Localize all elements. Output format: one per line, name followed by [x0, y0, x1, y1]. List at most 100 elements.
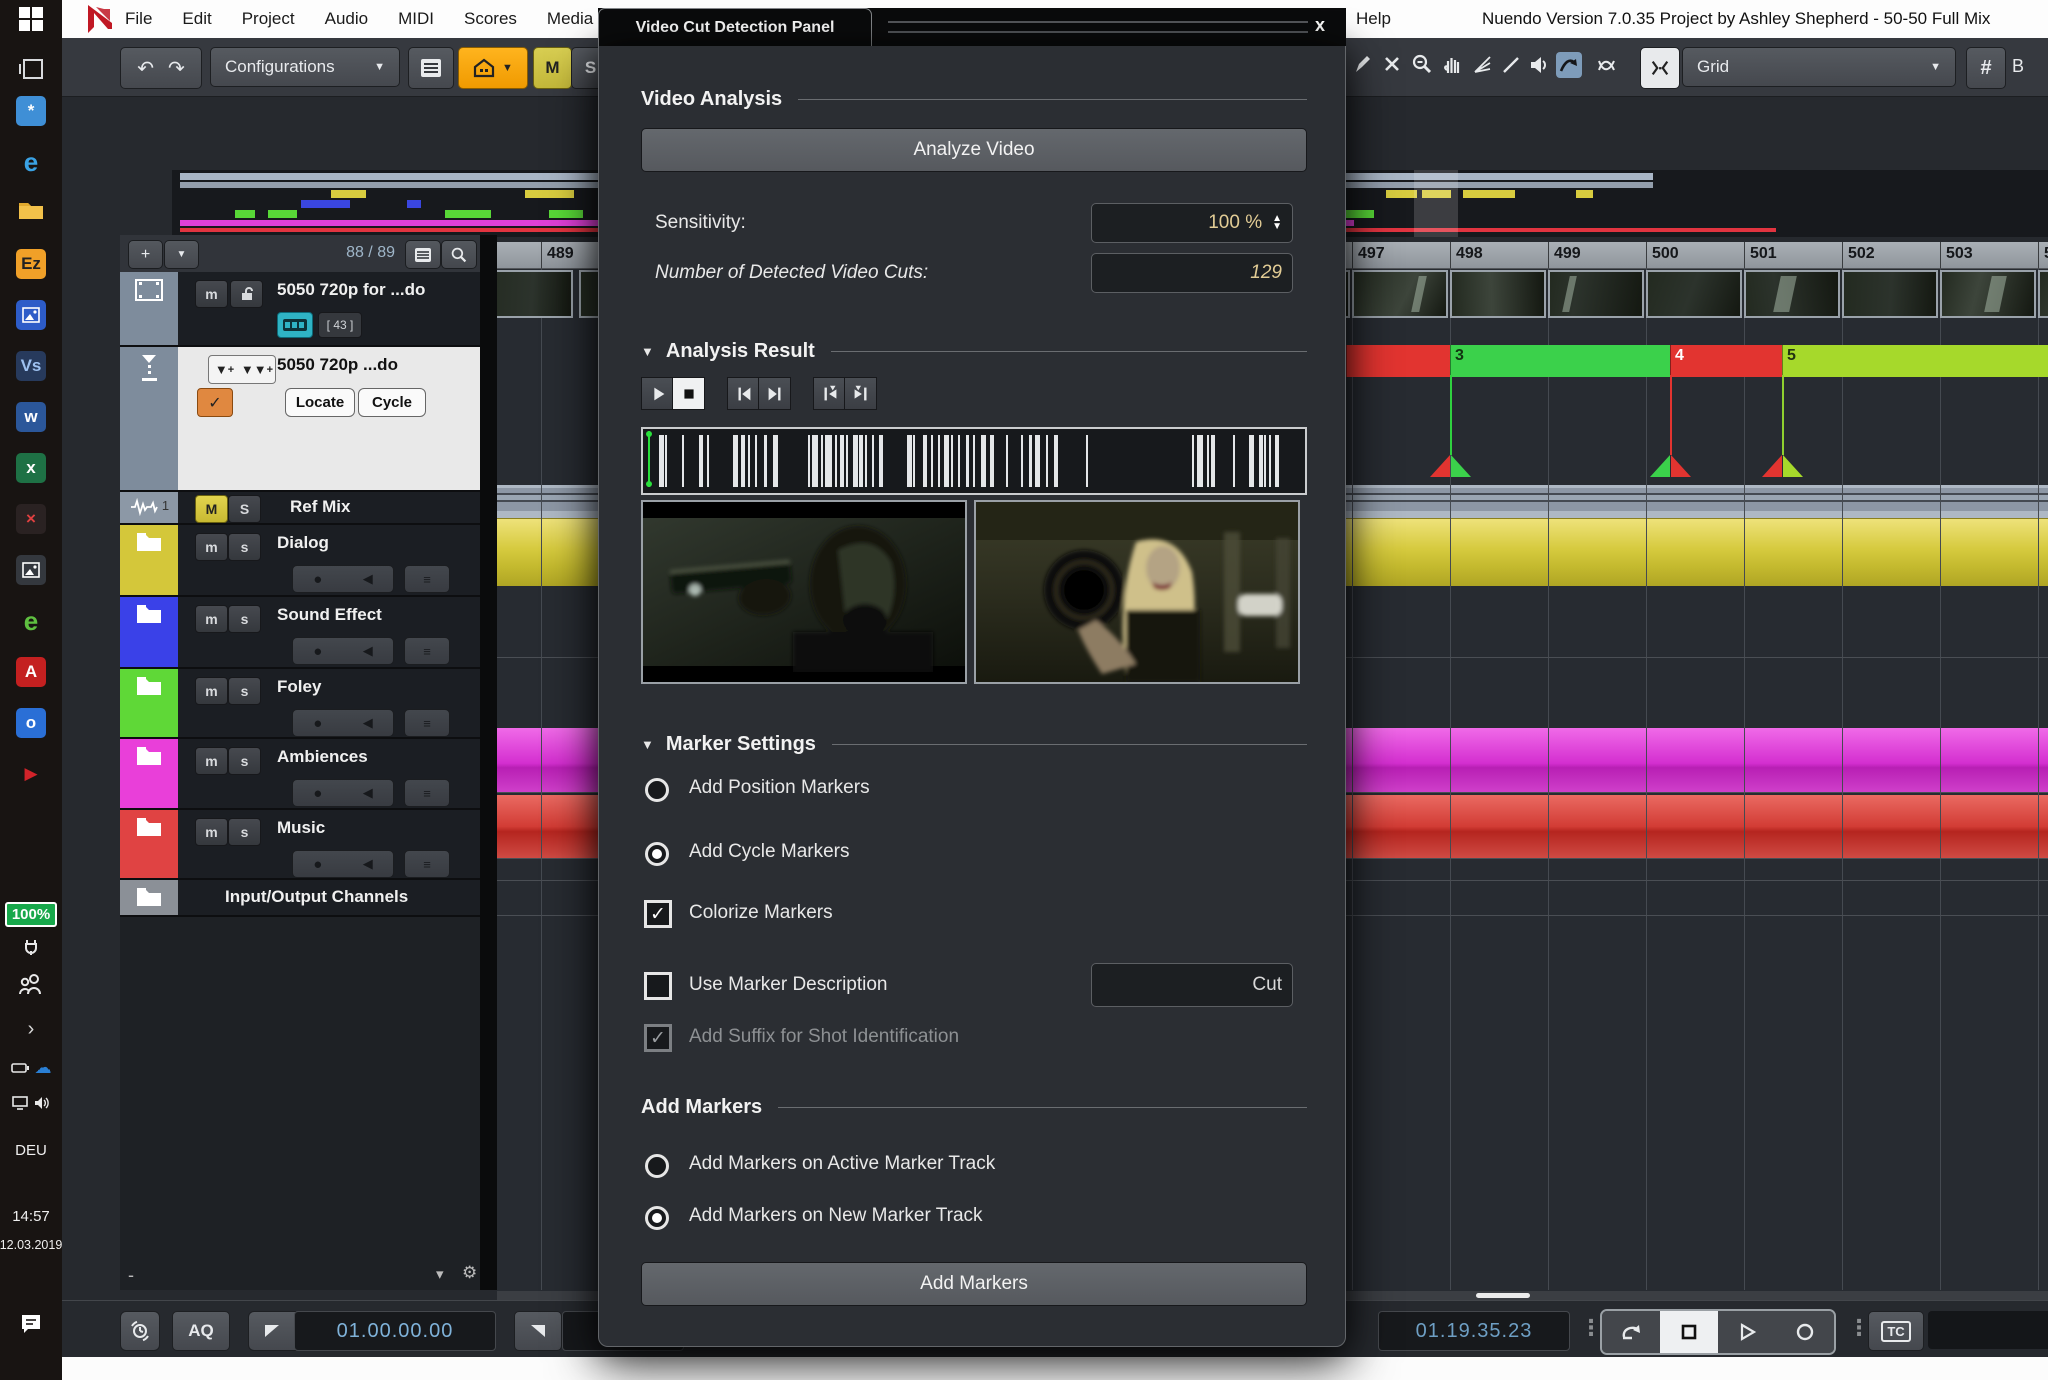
scrollbar-handle[interactable] [1476, 1293, 1530, 1298]
undo-redo-group[interactable]: ↶ ↷ [120, 47, 202, 89]
taskbar-app-excel[interactable]: x [0, 453, 62, 483]
people-icon[interactable] [0, 972, 62, 996]
marker-flag[interactable] [1762, 455, 1782, 477]
menu-file[interactable]: File [125, 9, 152, 29]
erase-icon[interactable] [1380, 52, 1406, 78]
taskbar-app-visual-studio[interactable]: Vs [0, 351, 62, 381]
lock-icon[interactable] [230, 280, 263, 308]
clock-date[interactable]: 12.03.2019 [0, 1238, 62, 1252]
add-track-dropdown[interactable]: ▼ [164, 240, 199, 269]
solo-button[interactable]: s [228, 533, 261, 561]
redo-icon[interactable]: ↷ [168, 56, 185, 81]
track-row-foley[interactable]: Foley m s ● ◀ ≡ [120, 669, 480, 739]
bars-beats-label[interactable]: B [2012, 56, 2024, 77]
battery-indicator[interactable]: 100% [0, 902, 62, 927]
monitor-icon[interactable]: ◀ [363, 785, 373, 801]
sensitivity-field[interactable]: 100 % ▲ ▼ [1091, 203, 1293, 243]
markers-on-new-track-radio[interactable] [645, 1206, 669, 1230]
monitor-icon[interactable]: ◀ [363, 643, 373, 659]
menu-audio[interactable]: Audio [325, 9, 368, 29]
snap-button[interactable] [1640, 47, 1680, 89]
taskbar-app-explorer[interactable] [0, 198, 62, 222]
workspace-button[interactable]: ▼ [458, 47, 528, 89]
track-row-5050-720p-do[interactable]: 5050 720p ...do ▼ + ▼▼ + ✓ Locate Cycle [120, 347, 480, 492]
marker-flag[interactable] [1671, 455, 1691, 477]
menu-media[interactable]: Media [547, 9, 593, 29]
add-markers-button[interactable]: Add Markers [641, 1262, 1307, 1306]
zoom-icon[interactable] [1410, 52, 1436, 78]
add-track-button[interactable]: + [128, 240, 163, 269]
record-button[interactable] [1776, 1311, 1834, 1353]
add-position-marker-button[interactable]: ▼ + [208, 355, 241, 384]
tray-display-sound[interactable] [0, 1096, 62, 1110]
thumbnail-toggle-button[interactable] [277, 312, 313, 338]
timecode-button[interactable]: TC [1868, 1311, 1924, 1351]
secondary-time-display[interactable] [1928, 1311, 2048, 1349]
taskbar-app-edge[interactable]: e [0, 147, 62, 177]
marker-description-field[interactable]: Cut [1091, 963, 1293, 1007]
zoom-minus[interactable]: - [128, 1265, 134, 1286]
track-list-button[interactable] [408, 47, 454, 89]
configurations-dropdown[interactable]: Configurations ▼ [210, 47, 400, 87]
channel-settings-button[interactable]: ≡ [404, 565, 450, 593]
menu-help[interactable]: Help [1356, 9, 1391, 29]
primary-time-display[interactable]: 01.19.35.23 [1378, 1311, 1570, 1351]
record-enable-icon[interactable]: ● [313, 785, 322, 802]
taskbar-app-app-red-x[interactable]: × [0, 504, 62, 534]
cycle-marker-segment[interactable]: 3 [1450, 345, 1671, 377]
menu-scores[interactable]: Scores [464, 9, 517, 29]
stop-button[interactable] [1660, 1311, 1718, 1353]
taskbar-app-app-green-e[interactable]: e [0, 606, 62, 636]
track-row-dialog[interactable]: Dialog m s ● ◀ ≡ [120, 525, 480, 597]
mute-button[interactable]: m [195, 533, 228, 561]
grid-type-button[interactable]: # [1966, 47, 2006, 89]
cycle-marker-segment[interactable] [1346, 345, 1451, 377]
fade-icon[interactable] [1470, 52, 1496, 78]
analyze-video-button[interactable]: Analyze Video [641, 128, 1307, 172]
gear-icon[interactable]: ⚙ [462, 1263, 477, 1283]
monitor-icon[interactable]: ◀ [363, 715, 373, 731]
solo-button[interactable]: s [228, 605, 261, 633]
taskbar-app-word[interactable]: w [0, 402, 62, 432]
next-cut-button[interactable] [844, 377, 877, 410]
right-locator-flag[interactable] [514, 1311, 562, 1351]
curve-arrow-icon[interactable] [1556, 52, 1582, 78]
track-row-input-output-channels[interactable]: Input/Output Channels [120, 880, 480, 917]
track-filter-button[interactable] [405, 240, 441, 269]
monitor-icon[interactable]: ◀ [363, 856, 373, 872]
menu-edit[interactable]: Edit [182, 9, 211, 29]
channel-settings-button[interactable]: ≡ [404, 637, 450, 665]
channel-settings-button[interactable]: ≡ [404, 850, 450, 878]
marker-flag[interactable] [1430, 455, 1450, 477]
taskbar-app-photos[interactable] [0, 555, 62, 585]
metronome-button[interactable] [120, 1311, 160, 1351]
snap-type-dropdown[interactable]: Grid ▼ [1682, 47, 1956, 87]
task-view-button[interactable] [0, 56, 62, 82]
stepper-icon[interactable]: ▲ ▼ [1272, 214, 1282, 232]
action-center-button[interactable] [0, 1312, 62, 1336]
onedrive-icon[interactable]: ☁ [35, 1058, 52, 1078]
mute-button[interactable]: m [195, 677, 228, 705]
record-enable-icon[interactable]: ● [313, 856, 322, 873]
mute-button[interactable]: M [195, 495, 228, 523]
colorize-markers-checkbox[interactable]: ✓ [644, 900, 672, 928]
record-monitor-group[interactable]: ● ◀ [292, 709, 394, 737]
record-monitor-group[interactable]: ● ◀ [292, 779, 394, 807]
left-locator-flag[interactable] [248, 1311, 296, 1351]
global-mute-button[interactable]: M [533, 47, 572, 89]
draw-icon[interactable] [1350, 52, 1376, 78]
comp-icon[interactable] [1594, 52, 1620, 78]
left-locator-time[interactable]: 01.00.00.00 [294, 1311, 496, 1351]
solo-button[interactable]: s [228, 818, 261, 846]
tray-expand-chevron[interactable]: › [0, 1018, 62, 1041]
cut-overview-strip[interactable] [641, 427, 1307, 495]
speaker-icon[interactable] [1526, 52, 1552, 78]
mute-button[interactable]: m [195, 747, 228, 775]
monitor-icon[interactable]: ◀ [363, 571, 373, 587]
clock-time[interactable]: 14:57 [0, 1208, 62, 1225]
add-cycle-marker-button[interactable]: ▼▼ + [239, 355, 276, 384]
close-icon[interactable]: x [1308, 15, 1332, 36]
channel-settings-button[interactable]: ≡ [404, 779, 450, 807]
locate-button[interactable]: Locate [285, 388, 355, 417]
preview-stop-button[interactable] [672, 377, 705, 410]
